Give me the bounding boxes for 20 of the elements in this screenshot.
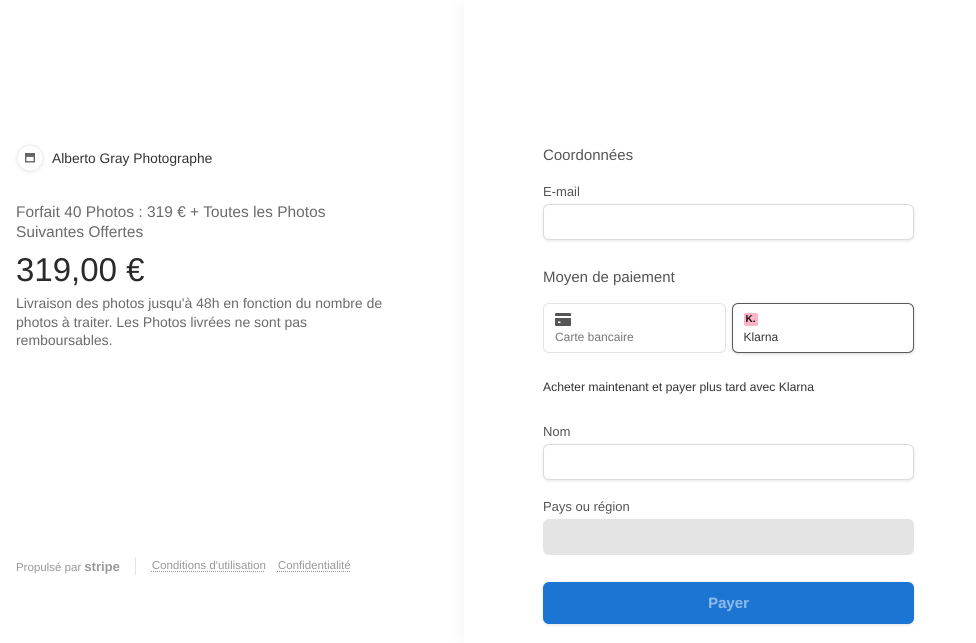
field-label: E-mail <box>543 183 580 201</box>
merchant-name: Alberto Gray Photographe <box>52 150 212 166</box>
section-heading: Moyen de paiement <box>543 268 675 288</box>
store-icon <box>16 144 44 172</box>
field-label: Pays ou région <box>543 498 630 516</box>
price: 319,00 € <box>16 250 144 290</box>
payment-method-tab[interactable]: K. Klarna <box>732 303 914 353</box>
powered-by-text: Propulsé par stripe <box>16 558 120 574</box>
field-label: Nom <box>543 423 570 441</box>
product-description: Livraison des photos jusqu'à 48h en fonction du nombre de photos à traiter. Les Photos livrées ne sont pas remboursables. <box>16 294 384 350</box>
section-heading: Coordonnées <box>543 146 634 166</box>
text-field[interactable] <box>543 444 914 480</box>
payment-method-tab[interactable]: Carte bancaire <box>543 303 726 353</box>
footer-link[interactable]: Confidentialité <box>278 560 351 572</box>
payment-note: Acheter maintenant et payer plus tard avec Klarna <box>543 379 814 395</box>
logo-badge: K. <box>744 313 758 326</box>
email-field[interactable] <box>543 204 914 240</box>
footer-link[interactable]: Conditions d'utilisation <box>152 560 266 572</box>
product-title: Forfait 40 Photos : 319 € + Toutes les Photos Suivantes Offertes <box>16 203 326 243</box>
card-icon <box>555 313 571 326</box>
